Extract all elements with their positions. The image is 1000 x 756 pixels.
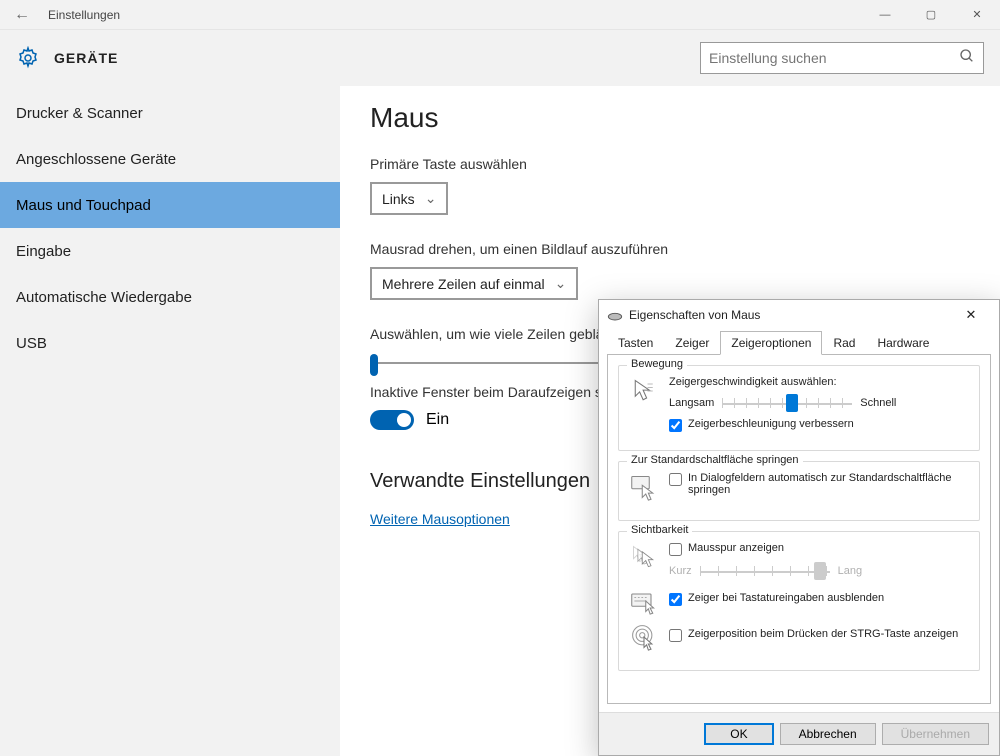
pointer-speed-label: Zeigergeschwindigkeit auswählen: xyxy=(669,376,969,388)
ok-button[interactable]: OK xyxy=(704,723,773,745)
trails-slider-thumb xyxy=(814,562,826,580)
trails-label: Mausspur anzeigen xyxy=(688,542,784,554)
ctrl-locate-icon xyxy=(629,622,659,652)
sidebar-item-connected-devices[interactable]: Angeschlossene Geräte xyxy=(0,136,340,182)
speed-fast-label: Schnell xyxy=(860,397,896,409)
tab-panel: Bewegung Zeigergeschwindigkeit auswählen… xyxy=(607,354,991,704)
tab-buttons[interactable]: Tasten xyxy=(607,331,664,355)
sidebar-item-usb[interactable]: USB xyxy=(0,320,340,366)
content-heading: Maus xyxy=(370,102,970,134)
pointer-speed-icon xyxy=(629,376,659,406)
search-input[interactable] xyxy=(709,50,959,66)
visibility-group: Sichtbarkeit Mausspur anzeigen Kurz xyxy=(618,531,980,671)
mouse-icon xyxy=(607,310,623,320)
back-button[interactable]: ← xyxy=(0,6,44,24)
trails-row[interactable]: Mausspur anzeigen xyxy=(669,542,969,556)
search-icon xyxy=(959,48,975,69)
gear-icon xyxy=(16,46,40,70)
maximize-button[interactable]: ▢ xyxy=(908,0,954,30)
additional-mouse-options-link[interactable]: Weitere Mausoptionen xyxy=(370,511,510,527)
trails-slider xyxy=(700,562,830,580)
close-button[interactable]: ✕ xyxy=(954,0,1000,30)
speed-slider-thumb[interactable] xyxy=(786,394,798,412)
tab-pointer-options[interactable]: Zeigeroptionen xyxy=(720,331,822,355)
sidebar-item-printers[interactable]: Drucker & Scanner xyxy=(0,90,340,136)
pointer-speed-slider[interactable] xyxy=(722,394,852,412)
cancel-button[interactable]: Abbrechen xyxy=(780,723,876,745)
dialog-close-button[interactable]: ✕ xyxy=(951,307,991,323)
speed-slow-label: Langsam xyxy=(669,397,714,409)
primary-button-value: Links xyxy=(382,191,415,207)
chevron-down-icon: ⌄ xyxy=(425,190,437,207)
ctrl-locate-label: Zeigerposition beim Drücken der STRG-Tas… xyxy=(688,628,958,640)
trails-checkbox[interactable] xyxy=(669,543,682,556)
tab-hardware[interactable]: Hardware xyxy=(866,331,940,355)
inactive-scroll-toggle[interactable] xyxy=(370,410,414,430)
tab-wheel[interactable]: Rad xyxy=(822,331,866,355)
snap-to-checkbox[interactable] xyxy=(669,473,682,486)
page-title: GERÄTE xyxy=(54,50,700,66)
sidebar-item-autoplay[interactable]: Automatische Wiedergabe xyxy=(0,274,340,320)
dialog-tabs: Tasten Zeiger Zeigeroptionen Rad Hardwar… xyxy=(599,330,999,354)
toggle-state-text: Ein xyxy=(426,411,449,429)
enhance-precision-label: Zeigerbeschleunigung verbessern xyxy=(688,418,854,430)
snap-to-row[interactable]: In Dialogfeldern automatisch zur Standar… xyxy=(669,472,969,496)
scroll-mode-label: Mausrad drehen, um einen Bildlauf auszuf… xyxy=(370,241,970,257)
pointer-trails-icon xyxy=(629,542,659,572)
primary-button-select[interactable]: Links ⌄ xyxy=(370,182,448,215)
toggle-knob xyxy=(397,413,411,427)
slider-thumb[interactable] xyxy=(370,354,378,376)
apply-button[interactable]: Übernehmen xyxy=(882,723,989,745)
hide-typing-row[interactable]: Zeiger bei Tastatureingaben ausblenden xyxy=(669,592,969,606)
trails-short-label: Kurz xyxy=(669,565,692,577)
motion-group: Bewegung Zeigergeschwindigkeit auswählen… xyxy=(618,365,980,451)
enhance-precision-row[interactable]: Zeigerbeschleunigung verbessern xyxy=(669,418,969,432)
motion-legend: Bewegung xyxy=(627,358,687,370)
tab-pointers[interactable]: Zeiger xyxy=(664,331,720,355)
hide-typing-icon xyxy=(629,586,659,616)
hide-typing-label: Zeiger bei Tastatureingaben ausblenden xyxy=(688,592,884,604)
sidebar-item-mouse-touchpad[interactable]: Maus und Touchpad xyxy=(0,182,340,228)
dialog-title: Eigenschaften von Maus xyxy=(629,308,760,322)
hide-typing-checkbox[interactable] xyxy=(669,593,682,606)
search-box[interactable] xyxy=(700,42,984,74)
minimize-button[interactable]: — xyxy=(862,0,908,30)
scroll-mode-value: Mehrere Zeilen auf einmal xyxy=(382,276,545,292)
primary-button-label: Primäre Taste auswählen xyxy=(370,156,970,172)
sidebar-item-typing[interactable]: Eingabe xyxy=(0,228,340,274)
lines-slider[interactable] xyxy=(370,362,630,364)
chevron-down-icon: ⌄ xyxy=(555,275,567,292)
enhance-precision-checkbox[interactable] xyxy=(669,419,682,432)
snap-group: Zur Standardschaltfläche springen In Dia… xyxy=(618,461,980,521)
sidebar: Drucker & Scanner Angeschlossene Geräte … xyxy=(0,86,340,756)
ctrl-locate-row[interactable]: Zeigerposition beim Drücken der STRG-Tas… xyxy=(669,628,969,642)
snap-to-icon xyxy=(629,472,659,502)
visibility-legend: Sichtbarkeit xyxy=(627,524,692,536)
snap-legend: Zur Standardschaltfläche springen xyxy=(627,454,803,466)
snap-to-label: In Dialogfeldern automatisch zur Standar… xyxy=(688,472,969,496)
window-title: Einstellungen xyxy=(44,8,862,22)
trails-long-label: Lang xyxy=(838,565,862,577)
ctrl-locate-checkbox[interactable] xyxy=(669,629,682,642)
scroll-mode-select[interactable]: Mehrere Zeilen auf einmal ⌄ xyxy=(370,267,578,300)
mouse-properties-dialog: Eigenschaften von Maus ✕ Tasten Zeiger Z… xyxy=(598,299,1000,756)
